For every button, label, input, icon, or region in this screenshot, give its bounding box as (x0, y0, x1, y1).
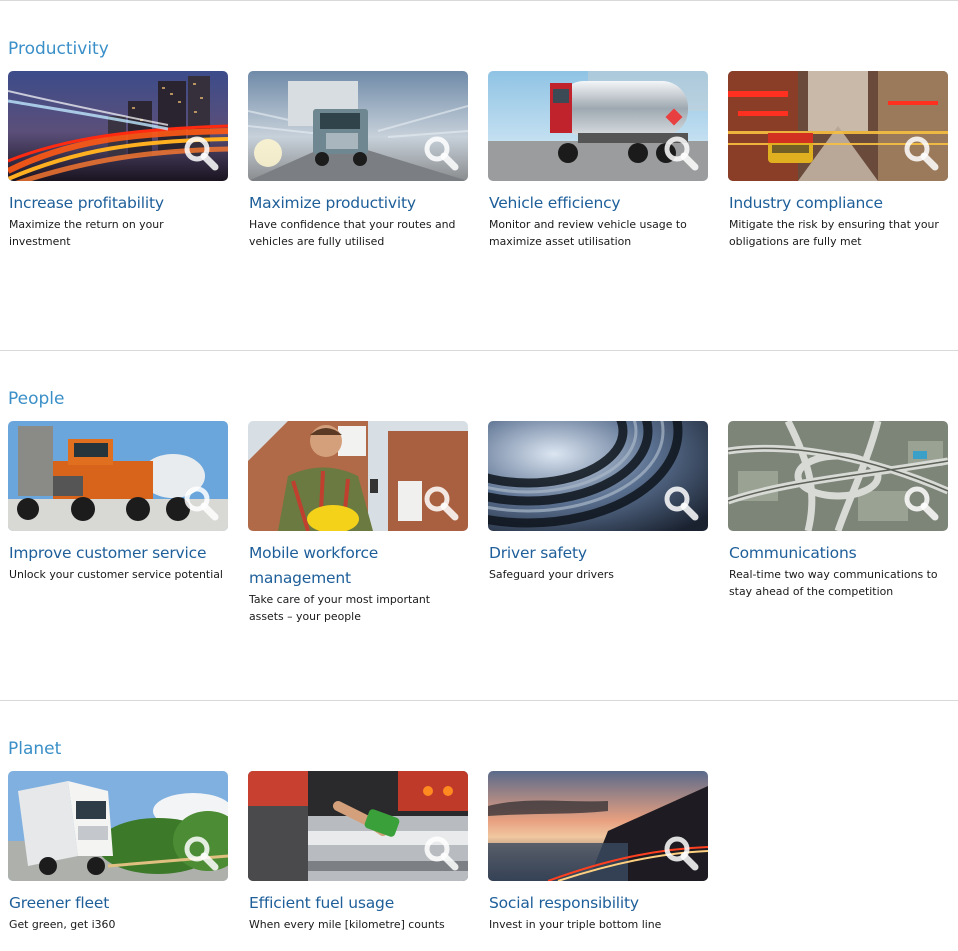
card-description: Safeguard your drivers (489, 568, 614, 581)
card-image[interactable] (488, 71, 708, 181)
card-vehicle-efficiency[interactable]: Vehicle efficiency Monitor and review ve… (488, 71, 708, 250)
card-image[interactable] (728, 71, 948, 181)
card-title[interactable]: Mobile workforce management (249, 541, 468, 591)
search-icon[interactable] (662, 834, 700, 872)
card-description: Invest in your triple bottom line (489, 918, 662, 931)
card-industry-compliance[interactable]: Industry compliance Mitigate the risk by… (728, 71, 948, 250)
card-greener-fleet[interactable]: Greener fleet Get green, get i360 (8, 771, 228, 933)
search-icon[interactable] (662, 134, 700, 172)
card-title[interactable]: Social responsibility (489, 891, 708, 916)
search-icon[interactable] (422, 834, 460, 872)
card-image[interactable] (488, 771, 708, 881)
card-title[interactable]: Maximize productivity (249, 191, 468, 216)
card-driver-safety[interactable]: Driver safety Safeguard your drivers (488, 421, 708, 583)
section-planet: Planet Greener fleet Get green, get i360… (0, 700, 958, 951)
card-mobile-workforce-management[interactable]: Mobile workforce management Take care of… (248, 421, 468, 625)
card-maximize-productivity[interactable]: Maximize productivity Have confidence th… (248, 71, 468, 250)
card-title[interactable]: Vehicle efficiency (489, 191, 708, 216)
search-icon[interactable] (902, 484, 940, 522)
card-title[interactable]: Industry compliance (729, 191, 948, 216)
search-icon[interactable] (662, 484, 700, 522)
section-title: People (8, 389, 65, 409)
card-title[interactable]: Driver safety (489, 541, 708, 566)
card-improve-customer-service[interactable]: Improve customer service Unlock your cus… (8, 421, 228, 583)
search-icon[interactable] (422, 484, 460, 522)
card-social-responsibility[interactable]: Social responsibility Invest in your tri… (488, 771, 708, 933)
card-description: Real-time two way communications to stay… (729, 568, 938, 598)
card-image[interactable] (728, 421, 948, 531)
card-image[interactable] (248, 421, 468, 531)
card-title[interactable]: Efficient fuel usage (249, 891, 468, 916)
card-image[interactable] (8, 771, 228, 881)
card-title[interactable]: Greener fleet (9, 891, 228, 916)
card-title[interactable]: Improve customer service (9, 541, 228, 566)
card-description: Unlock your customer service potential (9, 568, 223, 581)
card-title[interactable]: Communications (729, 541, 948, 566)
card-image[interactable] (8, 421, 228, 531)
card-description: Monitor and review vehicle usage to maxi… (489, 218, 687, 248)
card-image[interactable] (248, 771, 468, 881)
search-icon[interactable] (182, 484, 220, 522)
card-image[interactable] (248, 71, 468, 181)
card-description: When every mile [kilometre] counts (249, 918, 445, 931)
section-people: People Improve customer service Unlock y… (0, 350, 958, 701)
section-productivity: Productivity Increase profitability Maxi… (0, 0, 958, 351)
card-description: Have confidence that your routes and veh… (249, 218, 456, 248)
search-icon[interactable] (182, 834, 220, 872)
search-icon[interactable] (182, 134, 220, 172)
card-title[interactable]: Increase profitability (9, 191, 228, 216)
card-increase-profitability[interactable]: Increase profitability Maximize the retu… (8, 71, 228, 250)
card-description: Maximize the return on your investment (9, 218, 164, 248)
card-communications[interactable]: Communications Real-time two way communi… (728, 421, 948, 600)
section-title: Planet (8, 739, 62, 759)
card-image[interactable] (8, 71, 228, 181)
card-image[interactable] (488, 421, 708, 531)
search-icon[interactable] (422, 134, 460, 172)
card-description: Mitigate the risk by ensuring that your … (729, 218, 939, 248)
search-icon[interactable] (902, 134, 940, 172)
card-description: Get green, get i360 (9, 918, 116, 931)
card-description: Take care of your most important assets … (249, 593, 431, 623)
section-title: Productivity (8, 39, 109, 59)
card-efficient-fuel-usage[interactable]: Efficient fuel usage When every mile [ki… (248, 771, 468, 933)
